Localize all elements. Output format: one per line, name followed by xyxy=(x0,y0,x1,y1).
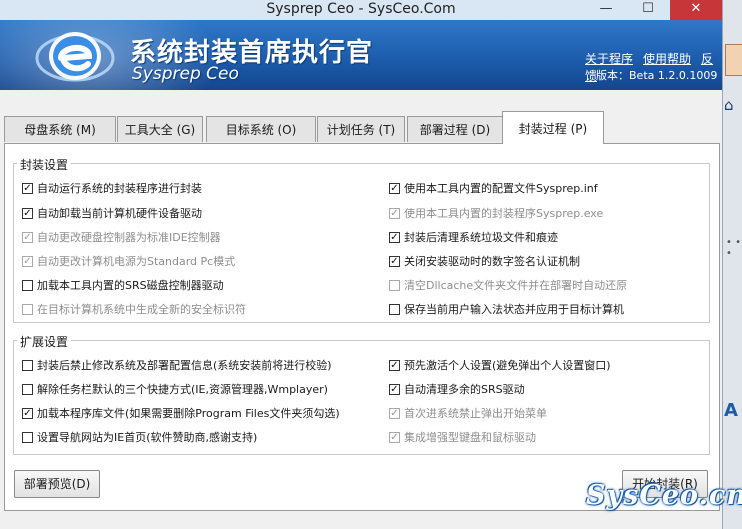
option-label: 集成增强型键盘和鼠标驱动 xyxy=(404,431,536,444)
checkbox[interactable]: ✓ xyxy=(389,182,400,194)
tab-pack-process[interactable]: 封装过程 (P) xyxy=(502,111,604,144)
deploy-preview-button[interactable]: 部署预览(D) xyxy=(14,470,100,498)
tab-tools[interactable]: 工具大全 (G) xyxy=(117,116,203,142)
option-lock-config[interactable]: 封装后禁止修改系统及部署配置信息(系统安装前将进行校验) xyxy=(22,357,332,373)
option-uninstall-drivers[interactable]: ✓ 自动卸载当前计算机硬件设备驱动 xyxy=(22,205,202,221)
header-banner: 系统封装首席执行官 Sysprep Ceo 关于程序 使用帮助 反馈 版本：Beta… xyxy=(0,20,722,90)
tab-master-system[interactable]: 母盘系统 (M) xyxy=(4,116,116,142)
maximize-button[interactable]: ☐ xyxy=(628,0,668,20)
checkbox xyxy=(22,303,33,315)
version-label: 版本：Beta 1.2.0.1009 xyxy=(596,69,718,82)
option-label: 加载本工具内置的SRS磁盘控制器驱动 xyxy=(37,279,224,292)
option-enhanced-input-drivers: ✓ 集成增强型键盘和鼠标驱动 xyxy=(389,429,536,445)
checkbox xyxy=(389,279,400,291)
option-label: 预先激活个人设置(避免弹出个人设置窗口) xyxy=(404,359,611,372)
option-label: 解除任务栏默认的三个快捷方式(IE,资源管理器,Wmplayer) xyxy=(37,383,328,396)
option-label: 自动更改硬盘控制器为标准IDE控制器 xyxy=(37,231,221,244)
option-label: 首次进系统禁止弹出开始菜单 xyxy=(404,407,547,420)
option-label: 使用本工具内置的封装程序Sysprep.exe xyxy=(404,207,604,220)
tab-scheduled-tasks[interactable]: 计划任务 (T) xyxy=(317,116,405,142)
checkbox[interactable] xyxy=(22,279,33,291)
checkbox[interactable] xyxy=(389,303,400,315)
avatar xyxy=(725,44,742,76)
checkbox[interactable] xyxy=(22,431,33,443)
checkbox[interactable] xyxy=(22,359,33,371)
option-clean-srs[interactable]: ✓ 自动清理多余的SRS驱动 xyxy=(389,381,525,397)
home-icon[interactable]: ⌂ xyxy=(724,96,734,114)
option-label: 保存当前用户输入法状态并应用于目标计算机 xyxy=(404,303,624,316)
option-auto-run-sysprep[interactable]: ✓ 自动运行系统的封装程序进行封装 xyxy=(22,180,202,196)
tab-deploy-process[interactable]: 部署过程 (D) xyxy=(407,116,503,142)
option-clear-dllcache: 清空Dllcache文件夹文件并在部署时自动还原 xyxy=(389,277,627,293)
option-label: 关闭安装驱动时的数字签名认证机制 xyxy=(404,255,580,268)
option-label: 在目标计算机系统中生成全新的安全标识符 xyxy=(37,303,246,316)
checkbox[interactable]: ✓ xyxy=(389,255,400,267)
blue-e-logo-icon xyxy=(35,32,115,82)
checkbox: ✓ xyxy=(389,407,400,419)
option-label: 设置导航网站为IE首页(软件赞助商,感谢支持) xyxy=(37,431,258,444)
option-load-srs-driver[interactable]: 加载本工具内置的SRS磁盘控制器驱动 xyxy=(22,277,224,293)
help-link[interactable]: 使用帮助 xyxy=(643,52,691,66)
option-label: 封装后禁止修改系统及部署配置信息(系统安装前将进行校验) xyxy=(37,359,332,372)
checkbox[interactable]: ✓ xyxy=(389,383,400,395)
checkbox[interactable]: ✓ xyxy=(389,359,400,371)
option-label: 清空Dllcache文件夹文件并在部署时自动还原 xyxy=(404,279,628,292)
letter-a-text: A xyxy=(724,400,738,421)
checkbox[interactable]: ✓ xyxy=(22,182,33,194)
checkbox[interactable]: ✓ xyxy=(389,231,400,243)
option-standard-pc-power: ✓ 自动更改计算机电源为Standard Pc模式 xyxy=(22,253,235,269)
option-label: 自动清理多余的SRS驱动 xyxy=(404,383,525,396)
option-disable-signature[interactable]: ✓ 关闭安装驱动时的数字签名认证机制 xyxy=(389,253,580,269)
option-builtin-inf[interactable]: ✓ 使用本工具内置的配置文件Sysprep.inf xyxy=(389,180,598,196)
checkbox[interactable]: ✓ xyxy=(22,207,33,219)
checkbox: ✓ xyxy=(22,255,33,267)
option-remove-taskbar-shortcuts[interactable]: 解除任务栏默认的三个快捷方式(IE,资源管理器,Wmplayer) xyxy=(22,381,328,397)
option-label: 封装后清理系统垃圾文件和痕迹 xyxy=(404,231,558,244)
option-no-start-menu: ✓ 首次进系统禁止弹出开始菜单 xyxy=(389,405,547,421)
option-clean-junk[interactable]: ✓ 封装后清理系统垃圾文件和痕迹 xyxy=(389,229,558,245)
option-label: 自动运行系统的封装程序进行封装 xyxy=(37,182,202,195)
option-load-library[interactable]: ✓ 加载本程序库文件(如果需要删除Program Files文件夹须勾选) xyxy=(22,405,340,421)
watermark: SysCeo.cn xyxy=(586,480,742,511)
checkbox: ✓ xyxy=(389,207,400,219)
option-builtin-sysprep-exe: ✓ 使用本工具内置的封装程序Sysprep.exe xyxy=(389,205,603,221)
option-preactivate-settings[interactable]: ✓ 预先激活个人设置(避免弹出个人设置窗口) xyxy=(389,357,611,373)
option-label: 加载本程序库文件(如果需要删除Program Files文件夹须勾选) xyxy=(37,407,340,420)
title-bar: Sysprep Ceo - SysCeo.Com — ☐ ✕ xyxy=(0,0,722,20)
option-label: 使用本工具内置的配置文件Sysprep.inf xyxy=(404,182,598,195)
tab-target-system[interactable]: 目标系统 (O) xyxy=(206,116,316,142)
checkbox: ✓ xyxy=(389,431,400,443)
option-save-ime[interactable]: 保存当前用户输入法状态并应用于目标计算机 xyxy=(389,301,624,317)
dots-text: • • • xyxy=(726,237,741,259)
option-new-sid: 在目标计算机系统中生成全新的安全标识符 xyxy=(22,301,246,317)
background-window-strip xyxy=(722,0,742,529)
extend-settings-title: 扩展设置 xyxy=(17,333,72,350)
option-label: 自动更改计算机电源为Standard Pc模式 xyxy=(37,255,236,268)
about-link[interactable]: 关于程序 xyxy=(585,52,633,66)
option-label: 自动卸载当前计算机硬件设备驱动 xyxy=(37,207,202,220)
option-ide-controller: ✓ 自动更改硬盘控制器为标准IDE控制器 xyxy=(22,229,221,245)
pack-settings-title: 封装设置 xyxy=(17,156,72,173)
checkbox[interactable] xyxy=(22,383,33,395)
app-subtitle: Sysprep Ceo xyxy=(132,64,239,84)
checkbox: ✓ xyxy=(22,231,33,243)
option-ie-homepage[interactable]: 设置导航网站为IE首页(软件赞助商,感谢支持) xyxy=(22,429,257,445)
checkbox[interactable]: ✓ xyxy=(22,407,33,419)
close-button[interactable]: ✕ xyxy=(670,0,722,20)
minimize-button[interactable]: — xyxy=(586,0,626,20)
